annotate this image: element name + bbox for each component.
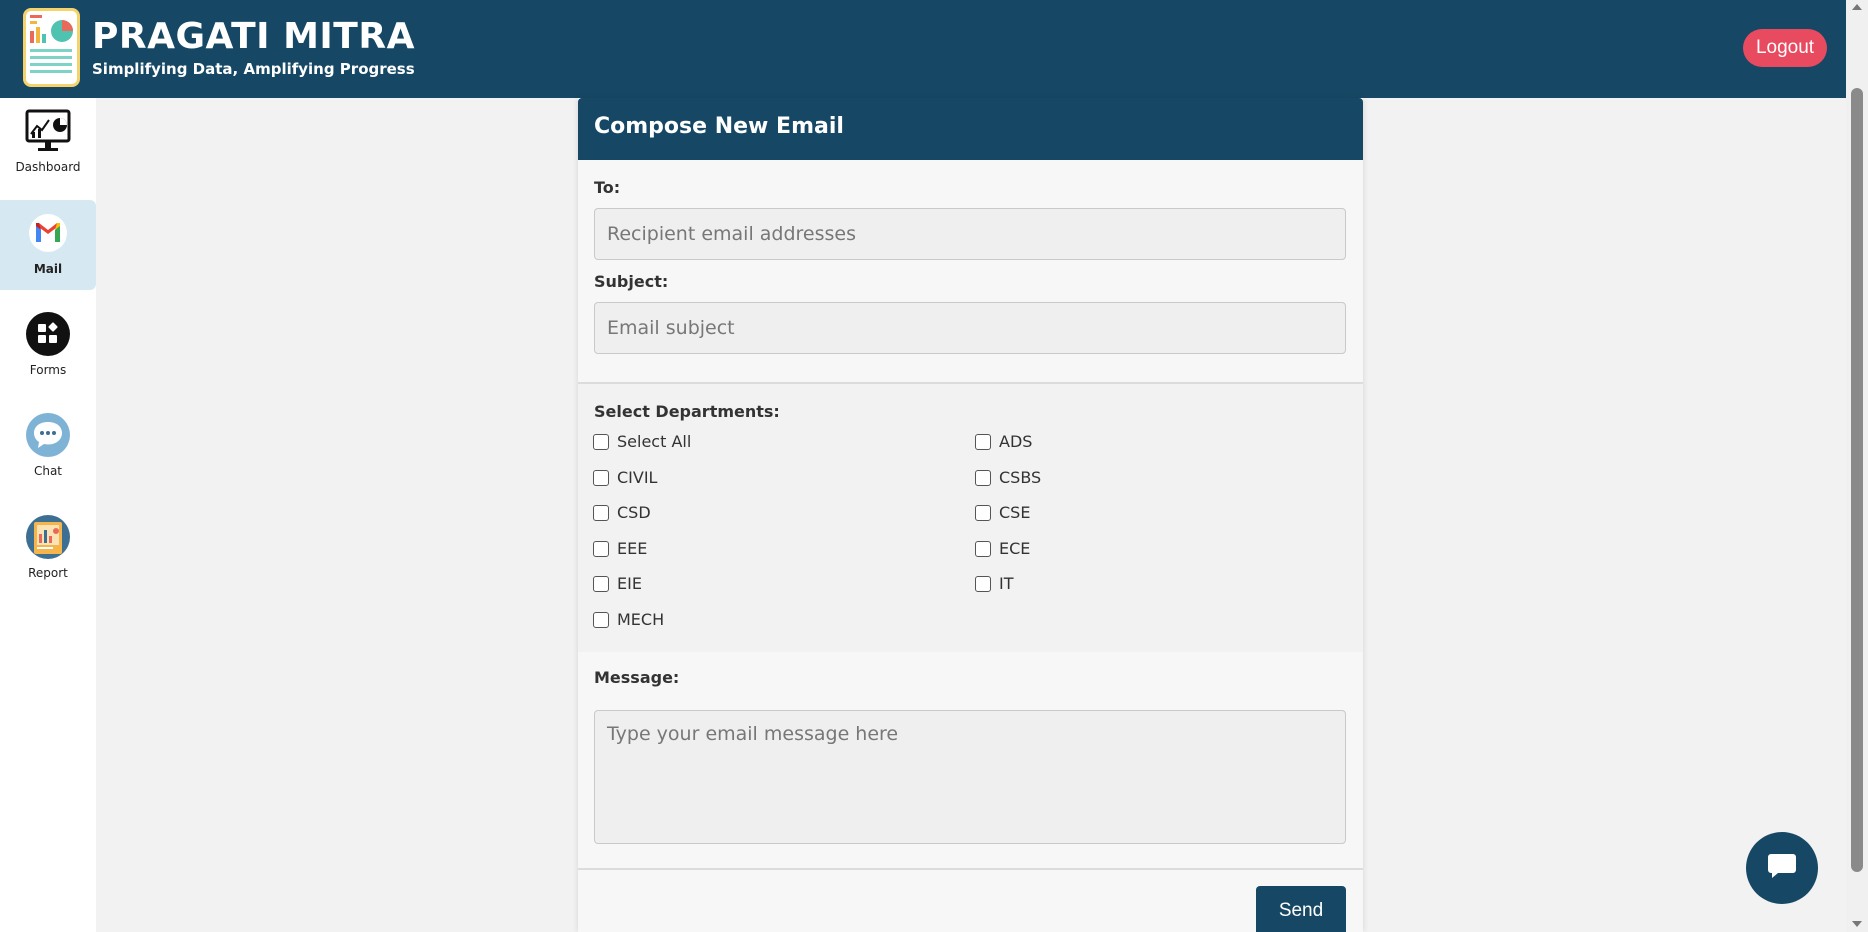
- checkbox-label: EEE: [617, 539, 648, 558]
- recipient-input[interactable]: [594, 208, 1346, 260]
- checkbox-label: ADS: [999, 432, 1033, 451]
- logout-button[interactable]: Logout: [1743, 29, 1827, 67]
- checkbox[interactable]: [975, 540, 991, 557]
- sidebar-item-mail[interactable]: Mail: [0, 200, 96, 290]
- forms-icon: [25, 311, 71, 357]
- checkbox-label: MECH: [617, 610, 665, 629]
- subject-label: Subject:: [594, 272, 669, 291]
- message-label: Message:: [594, 668, 680, 687]
- checkbox-eie[interactable]: EIE: [593, 574, 642, 593]
- checkbox-label: IT: [999, 574, 1014, 593]
- chat-fab-button[interactable]: [1746, 832, 1818, 904]
- checkbox[interactable]: [593, 611, 609, 628]
- checkbox-select-all[interactable]: Select All: [593, 432, 691, 451]
- page-scrollbar[interactable]: [1846, 0, 1868, 932]
- send-button[interactable]: Send: [1256, 886, 1346, 932]
- message-textarea[interactable]: [594, 710, 1346, 844]
- checkbox[interactable]: [593, 575, 609, 592]
- checkbox-csd[interactable]: CSD: [593, 503, 651, 522]
- checkbox-eee[interactable]: EEE: [593, 539, 647, 558]
- app-logo: [23, 8, 80, 87]
- sidebar-item-report[interactable]: Report: [0, 504, 96, 594]
- checkbox-label: EIE: [617, 574, 642, 593]
- report-icon: [25, 514, 71, 560]
- subject-input[interactable]: [594, 302, 1346, 354]
- checkbox[interactable]: [975, 504, 991, 521]
- sidebar: Dashboard Mail Forms Chat Report: [0, 98, 96, 932]
- sidebar-item-label: Mail: [33, 262, 63, 276]
- app-title: PRAGATI MITRA: [92, 16, 415, 57]
- checkbox-label: Select All: [617, 432, 692, 451]
- scroll-down-icon[interactable]: [1852, 921, 1862, 927]
- sidebar-item-label: Report: [28, 566, 68, 580]
- app-tagline: Simplifying Data, Amplifying Progress: [92, 60, 415, 78]
- gmail-icon: [25, 210, 71, 256]
- departments-section: [578, 384, 1363, 652]
- checkbox-ece[interactable]: ECE: [975, 539, 1030, 558]
- checkbox-it[interactable]: IT: [975, 574, 1014, 593]
- sidebar-item-forms[interactable]: Forms: [0, 301, 96, 391]
- checkbox[interactable]: [593, 469, 609, 486]
- compose-header: Compose New Email: [578, 98, 1363, 160]
- sidebar-item-dashboard[interactable]: Dashboard: [0, 98, 96, 188]
- sidebar-item-chat[interactable]: Chat: [0, 402, 96, 492]
- app-header: PRAGATI MITRA Simplifying Data, Amplifyi…: [0, 0, 1868, 98]
- dashboard-icon: [25, 108, 71, 154]
- compose-title: Compose New Email: [594, 114, 844, 139]
- scroll-up-icon[interactable]: [1852, 4, 1862, 10]
- checkbox-ads[interactable]: ADS: [975, 432, 1032, 451]
- chat-icon: [25, 412, 71, 458]
- checkbox[interactable]: [975, 469, 991, 486]
- checkbox-label: CIVIL: [617, 468, 658, 487]
- checkbox-label: CSE: [999, 503, 1031, 522]
- checkbox-civil[interactable]: CIVIL: [593, 468, 657, 487]
- departments-label: Select Departments:: [594, 402, 780, 421]
- checkbox-cse[interactable]: CSE: [975, 503, 1030, 522]
- checkbox-mech[interactable]: MECH: [593, 610, 664, 629]
- checkbox-label: ECE: [999, 539, 1031, 558]
- divider: [578, 868, 1363, 870]
- checkbox-label: CSD: [617, 503, 651, 522]
- sidebar-item-label: Forms: [29, 363, 67, 377]
- to-label: To:: [594, 178, 621, 197]
- scroll-thumb[interactable]: [1851, 88, 1863, 872]
- message-bubble-icon: [1767, 852, 1797, 884]
- checkbox[interactable]: [593, 504, 609, 521]
- sidebar-item-label: Dashboard: [15, 160, 81, 174]
- checkbox[interactable]: [975, 433, 991, 450]
- compose-email-card: Compose New Email To: Subject: Select De…: [578, 98, 1363, 932]
- checkbox[interactable]: [593, 540, 609, 557]
- checkbox-csbs[interactable]: CSBS: [975, 468, 1041, 487]
- checkbox[interactable]: [975, 575, 991, 592]
- checkbox[interactable]: [593, 433, 609, 450]
- checkbox-label: CSBS: [999, 468, 1042, 487]
- sidebar-item-label: Chat: [33, 464, 63, 478]
